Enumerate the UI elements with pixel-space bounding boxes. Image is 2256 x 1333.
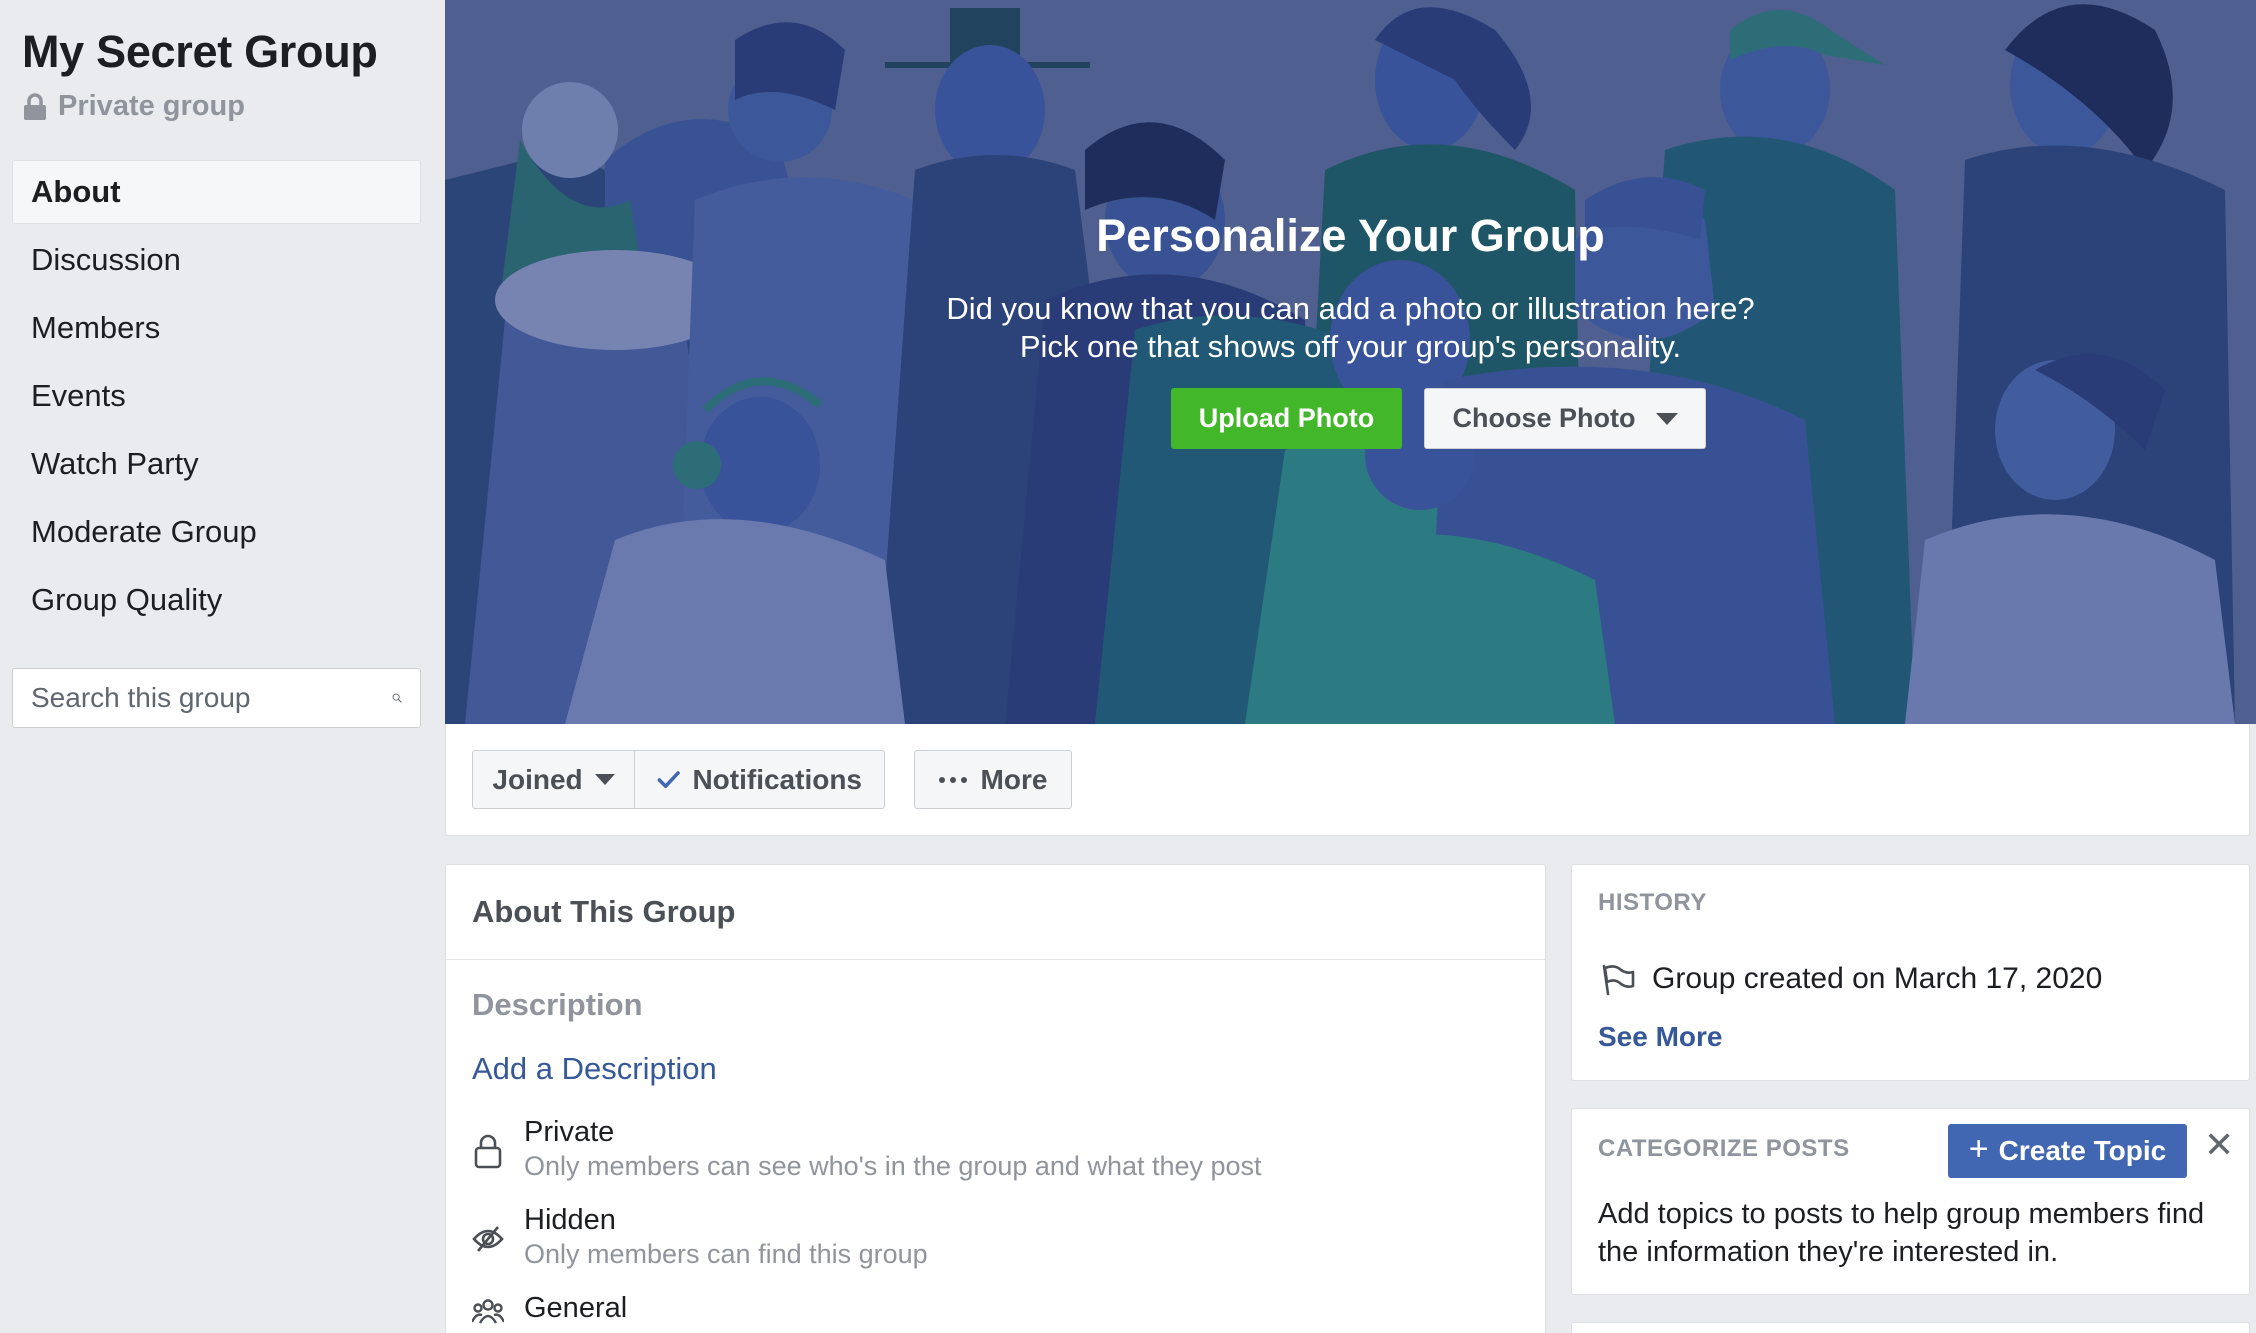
notifications-label: Notifications [692, 763, 862, 795]
nav-item-group-quality[interactable]: Group Quality [12, 568, 421, 632]
left-sidebar: My Secret Group Private group About Disc… [0, 0, 444, 1333]
plus-icon: + [1968, 1130, 1989, 1168]
ellipsis-icon [938, 776, 967, 783]
caret-down-icon [1655, 412, 1678, 425]
privacy-info-row: Private Only members can see who's in th… [472, 1115, 1262, 1183]
cover-photo-area: Personalize Your Group Did you know that… [445, 0, 2256, 724]
history-card: HISTORY Group created on March 17, 2020 … [1571, 864, 2250, 1081]
nav-item-events[interactable]: Events [12, 364, 421, 428]
categorize-description: Add topics to posts to help group member… [1598, 1198, 2205, 1268]
group-search [12, 668, 421, 728]
notifications-button[interactable]: Notifications [635, 750, 885, 809]
nav-item-watch-party[interactable]: Watch Party [12, 432, 421, 496]
padlock-icon [474, 1134, 502, 1169]
add-description-link[interactable]: Add a Description [472, 1051, 717, 1087]
cover-title: Personalize Your Group [1096, 210, 1605, 261]
joined-label: Joined [492, 763, 583, 795]
cover-buttons: Upload Photo Choose Photo [445, 388, 2256, 449]
check-icon [657, 770, 680, 788]
privacy-title: Private [524, 1116, 615, 1148]
privacy-label: Private group [58, 90, 245, 122]
privacy-status: Private group [22, 90, 245, 123]
privacy-description: Only members can see who's in the group … [524, 1151, 1262, 1181]
group-name[interactable]: My Secret Group [22, 26, 378, 78]
cover-subtitle: Did you know that you can add a photo or… [445, 290, 2256, 366]
nav-item-discussion[interactable]: Discussion [12, 228, 421, 292]
group-action-bar: Joined Notifications More [445, 724, 2250, 836]
create-topic-label: Create Topic [1998, 1135, 2167, 1166]
see-more-link[interactable]: See More [1598, 1021, 1723, 1053]
history-created-row: Group created on March 17, 2020 [1598, 960, 2102, 998]
upload-photo-button[interactable]: Upload Photo [1171, 388, 1402, 449]
people-icon [472, 1299, 504, 1324]
group-type-title: General [524, 1292, 628, 1324]
search-icon[interactable] [392, 681, 402, 715]
close-icon[interactable]: ✕ [2204, 1127, 2234, 1163]
visibility-description: Only members can find this group [524, 1239, 928, 1269]
choose-photo-label: Choose Photo [1452, 403, 1636, 433]
group-type-info-row: General [472, 1291, 627, 1331]
caret-down-icon [594, 774, 615, 785]
nav-item-about[interactable]: About [12, 160, 421, 224]
cover-subtitle-line1: Did you know that you can add a photo or… [946, 291, 1755, 326]
search-input[interactable] [31, 682, 392, 714]
membership-buttons: Joined Notifications [472, 750, 885, 809]
group-nav: About Discussion Members Events Watch Pa… [12, 160, 421, 632]
visibility-info-row: Hidden Only members can find this group [472, 1203, 928, 1271]
nav-item-members[interactable]: Members [12, 296, 421, 360]
next-card-edge [1571, 1322, 2250, 1333]
cover-subtitle-line2: Pick one that shows off your group's per… [1019, 329, 1682, 364]
history-caption: HISTORY [1598, 889, 1707, 916]
choose-photo-button[interactable]: Choose Photo [1424, 388, 1706, 449]
flag-icon [1602, 964, 1635, 996]
nav-item-moderate-group[interactable]: Moderate Group [12, 500, 421, 564]
categorize-posts-card: CATEGORIZE POSTS + Create Topic ✕ Add to… [1571, 1108, 2250, 1295]
about-card-title: About This Group [446, 865, 1545, 960]
categorize-caption: CATEGORIZE POSTS [1598, 1135, 1850, 1162]
joined-button[interactable]: Joined [472, 750, 635, 809]
about-group-card: About This Group Description Add a Descr… [445, 864, 1546, 1333]
visibility-title: Hidden [524, 1204, 616, 1236]
more-label: More [980, 763, 1048, 795]
create-topic-button[interactable]: + Create Topic [1948, 1124, 2187, 1178]
lock-icon [24, 92, 46, 120]
more-button[interactable]: More [914, 750, 1072, 809]
description-label: Description [472, 987, 643, 1022]
more-actions: More [914, 750, 1072, 809]
history-created-text: Group created on March 17, 2020 [1652, 962, 2103, 995]
hidden-eye-icon [472, 1226, 504, 1252]
